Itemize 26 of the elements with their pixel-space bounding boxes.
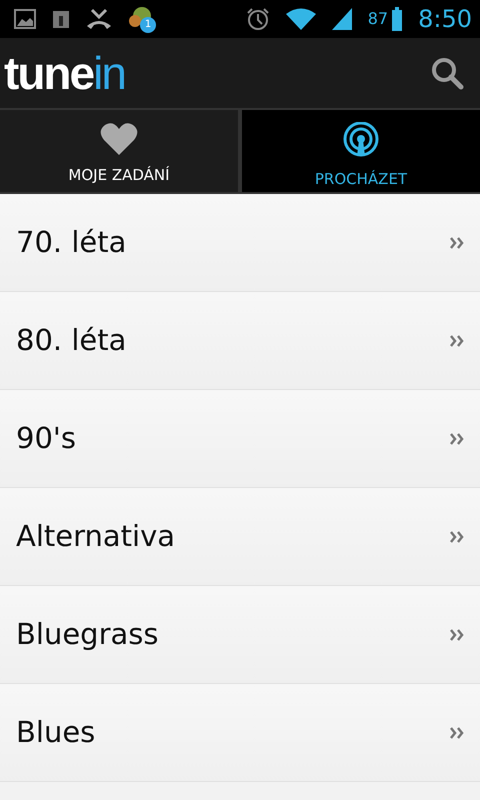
tab[interactable]: PROCHÁZET (242, 110, 480, 192)
alarm-icon (246, 7, 270, 31)
list-item[interactable]: Alternativa (0, 488, 480, 586)
clock: 8:50 (418, 4, 472, 35)
chevron-icon (450, 628, 464, 642)
heart-icon (100, 122, 138, 156)
wifi-icon (286, 8, 316, 30)
signal-icon (332, 8, 352, 30)
chevron-icon (450, 432, 464, 446)
list-item[interactable]: Blues (0, 684, 480, 782)
list-item[interactable]: Bluegrass (0, 586, 480, 684)
missed-call-icon (86, 8, 112, 30)
battery-icon (392, 7, 402, 31)
logo: tunein (4, 50, 125, 96)
list-item[interactable]: 80. léta (0, 292, 480, 390)
battery-level: 87 (368, 8, 388, 30)
tab[interactable]: MOJE ZADÁNÍ (0, 110, 238, 192)
chevron-icon (450, 236, 464, 250)
notification-badge: 1 (140, 17, 156, 33)
list-item[interactable]: 90's (0, 390, 480, 488)
chevron-icon (450, 334, 464, 348)
chevron-icon (450, 726, 464, 740)
picture-icon (14, 9, 36, 29)
chevron-icon (450, 530, 464, 544)
calendar-icon (52, 9, 70, 29)
list-item[interactable]: 70. léta (0, 194, 480, 292)
